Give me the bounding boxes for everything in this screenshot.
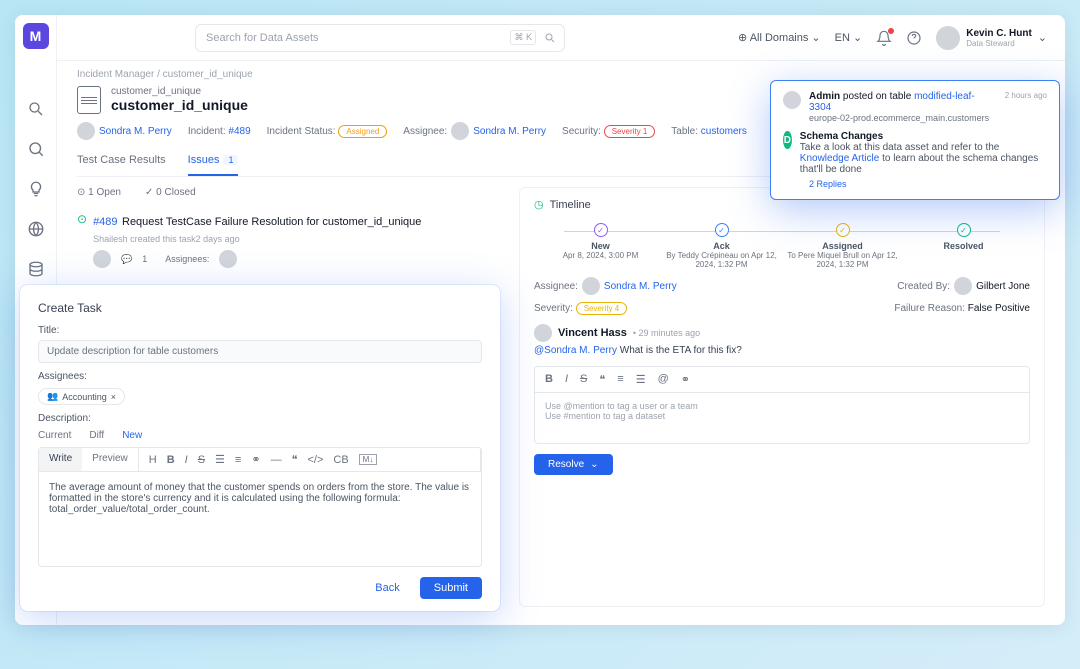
hr-icon[interactable]: — xyxy=(271,454,282,466)
mention-icon[interactable]: @ xyxy=(658,373,669,386)
markdown-icon[interactable]: M↓ xyxy=(359,454,378,465)
logo[interactable]: M xyxy=(23,23,49,49)
avatar xyxy=(534,324,552,342)
resolve-button[interactable]: Resolve ⌄ xyxy=(534,454,613,475)
quote-icon[interactable]: ❝ xyxy=(292,453,298,466)
list-ol-icon[interactable]: ≡ xyxy=(617,373,623,386)
nav-search-icon[interactable] xyxy=(24,97,48,121)
avatar xyxy=(954,277,972,295)
avatar xyxy=(93,250,111,268)
nav-globe-icon[interactable] xyxy=(24,217,48,241)
status-badge: Assigned xyxy=(338,125,387,138)
eyebrow: customer_id_unique xyxy=(111,86,248,97)
topbar: Search for Data Assets ⌘ K ⊕ All Domains… xyxy=(57,15,1065,61)
breadcrumb: Incident Manager / customer_id_unique xyxy=(77,69,1045,80)
bold-icon[interactable]: B xyxy=(167,454,175,466)
clock-icon: ◷ xyxy=(534,198,544,211)
preview-tab[interactable]: Preview xyxy=(82,448,138,471)
create-task-modal: Create Task Title: Update description fo… xyxy=(20,285,500,611)
submit-button[interactable]: Submit xyxy=(420,577,482,599)
strike-icon[interactable]: S xyxy=(580,373,587,386)
search-icon xyxy=(544,32,556,44)
assignee-link[interactable]: Sondra M. Perry xyxy=(473,126,546,137)
filter-open[interactable]: ⊙ 1 Open xyxy=(77,187,121,198)
issue-card[interactable]: ⊙ #489 Request TestCase Failure Resoluti… xyxy=(77,206,505,274)
avatar: D xyxy=(783,131,792,149)
user-menu[interactable]: Kevin C. Hunt Data Steward ⌄ xyxy=(936,26,1047,50)
table-link[interactable]: customers xyxy=(701,126,747,137)
bold-icon[interactable]: B xyxy=(545,373,553,386)
nav-explore-icon[interactable] xyxy=(24,137,48,161)
description-textarea[interactable]: The average amount of money that the cus… xyxy=(38,472,482,567)
replies-link[interactable]: 2 Replies xyxy=(809,179,1047,189)
avatar xyxy=(219,250,237,268)
avatar xyxy=(582,277,600,295)
write-tab[interactable]: Write xyxy=(39,448,82,471)
list-ul-icon[interactable]: ☰ xyxy=(636,373,646,386)
back-button[interactable]: Back xyxy=(365,577,409,599)
link-icon[interactable]: ⚭ xyxy=(251,453,260,466)
code-icon[interactable]: </> xyxy=(307,454,323,466)
subtab-new[interactable]: New xyxy=(122,430,142,441)
chevron-down-icon: ⌄ xyxy=(590,459,598,470)
tab-issues[interactable]: Issues1 xyxy=(188,154,239,176)
subtab-diff[interactable]: Diff xyxy=(89,430,104,441)
document-icon xyxy=(77,86,101,114)
avatar xyxy=(936,26,960,50)
chevron-down-icon: ⌄ xyxy=(1038,31,1047,44)
incident-link[interactable]: #489 xyxy=(228,126,250,137)
activity-popup: Admin posted on table modified-leaf-3304… xyxy=(770,80,1060,200)
assignee-chip[interactable]: 👥 Accounting × xyxy=(38,388,125,405)
heading-icon[interactable]: H xyxy=(149,454,157,466)
open-icon: ⊙ xyxy=(77,212,87,226)
title-input[interactable]: Update description for table customers xyxy=(38,340,482,363)
lang-selector[interactable]: EN ⌄ xyxy=(835,31,863,44)
nav-bulb-icon[interactable] xyxy=(24,177,48,201)
filter-closed[interactable]: ✓ 0 Closed xyxy=(145,187,196,198)
comment-editor[interactable]: B I S ❝ ≡ ☰ @ ⚭ Use @mention to tag a us… xyxy=(534,366,1030,444)
search-kbd: ⌘ K xyxy=(510,30,536,45)
severity-badge: Severity 1 xyxy=(604,125,656,138)
search-input[interactable]: Search for Data Assets ⌘ K xyxy=(195,24,565,52)
avatar xyxy=(451,122,469,140)
nav-data-icon[interactable] xyxy=(24,257,48,281)
link-icon[interactable]: ⚭ xyxy=(681,373,690,386)
italic-icon[interactable]: I xyxy=(565,373,568,386)
list-ol-icon[interactable]: ≡ xyxy=(235,454,241,466)
list-ul-icon[interactable]: ☰ xyxy=(215,453,225,466)
notifications-icon[interactable] xyxy=(876,30,892,46)
strike-icon[interactable]: S xyxy=(198,454,205,466)
severity-badge: Severity 4 xyxy=(576,302,628,315)
tab-results[interactable]: Test Case Results xyxy=(77,154,166,176)
page-title: customer_id_unique xyxy=(111,97,248,113)
codeblock-icon[interactable]: CB xyxy=(333,454,348,466)
avatar xyxy=(783,91,801,109)
quote-icon[interactable]: ❝ xyxy=(599,373,605,386)
owner-link[interactable]: Sondra M. Perry xyxy=(99,126,172,137)
knowledge-link[interactable]: Knowledge Article xyxy=(800,153,880,164)
comment-icon: 💬 xyxy=(121,254,132,265)
avatar xyxy=(77,122,95,140)
domain-selector[interactable]: ⊕ All Domains ⌄ xyxy=(738,31,821,44)
subtab-current[interactable]: Current xyxy=(38,430,71,441)
modal-title: Create Task xyxy=(38,301,482,315)
italic-icon[interactable]: I xyxy=(185,454,188,466)
help-icon[interactable] xyxy=(906,30,922,46)
